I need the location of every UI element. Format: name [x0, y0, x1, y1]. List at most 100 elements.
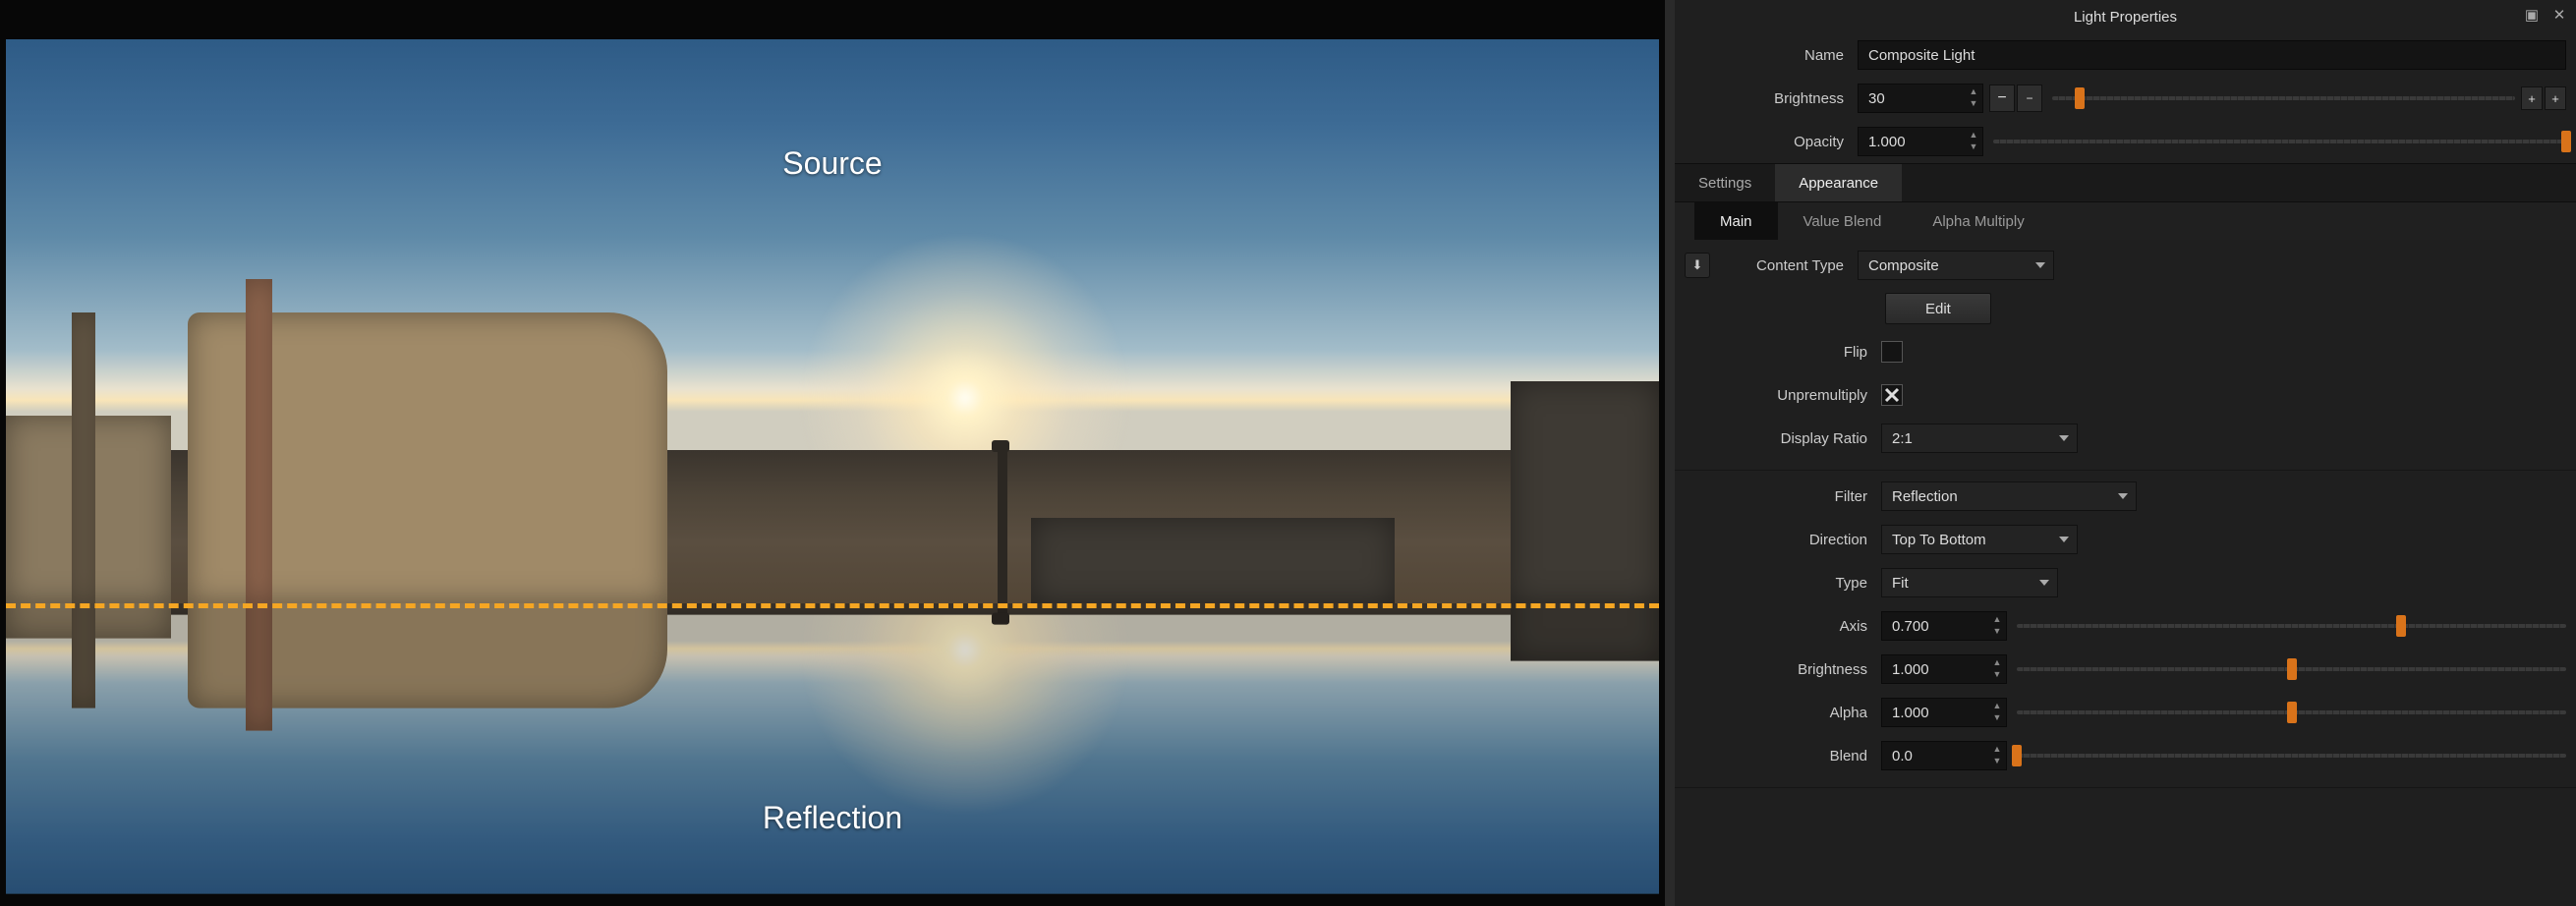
download-icon[interactable]: ⬇ — [1685, 253, 1710, 278]
row-direction: Direction Top To Bottom — [1675, 518, 2576, 561]
spin-down-icon[interactable]: ▼ — [1991, 669, 2003, 681]
spin-up-icon[interactable]: ▲ — [1991, 614, 2003, 626]
blend-label: Blend — [1685, 748, 1881, 764]
brightness-slider[interactable] — [2052, 85, 2515, 112]
spin-up-icon[interactable]: ▲ — [1968, 130, 1979, 142]
filter-value: Reflection — [1892, 488, 1958, 505]
pane-splitter[interactable] — [1665, 0, 1675, 906]
spin-down-icon[interactable]: ▼ — [1991, 626, 2003, 638]
brightness-input[interactable] — [1858, 84, 1983, 113]
name-label: Name — [1685, 47, 1858, 64]
direction-value: Top To Bottom — [1892, 532, 1986, 548]
subtab-value-blend[interactable]: Value Blend — [1778, 202, 1908, 240]
close-icon[interactable]: ✕ — [2550, 6, 2568, 24]
row-blend: Blend ▲▼ — [1675, 734, 2576, 777]
group-content: ⬇ Content Type Composite Edit Flip Unpre… — [1675, 240, 2576, 471]
subtab-main[interactable]: Main — [1694, 202, 1778, 240]
edit-button[interactable]: Edit — [1885, 293, 1991, 324]
spin-down-icon[interactable]: ▼ — [1968, 142, 1979, 153]
type-select[interactable]: Fit — [1881, 568, 2058, 597]
content-type-label: Content Type — [1720, 257, 1858, 274]
row-display-ratio: Display Ratio 2:1 — [1675, 417, 2576, 460]
name-input[interactable] — [1858, 40, 2566, 70]
content-type-select[interactable]: Composite — [1858, 251, 2054, 280]
unpremultiply-checkbox[interactable] — [1881, 384, 1903, 406]
blend-input[interactable] — [1881, 741, 2007, 770]
spin-down-icon[interactable]: ▼ — [1968, 98, 1979, 110]
chevron-down-icon — [2059, 435, 2069, 441]
spin-up-icon[interactable]: ▲ — [1968, 86, 1979, 98]
direction-label: Direction — [1685, 532, 1881, 548]
undock-icon[interactable]: ▣ — [2523, 6, 2541, 24]
panel-header: Light Properties ▣ ✕ — [1675, 0, 2576, 33]
spin-up-icon[interactable]: ▲ — [1991, 701, 2003, 712]
row-brightness: Brightness ▲▼ − − + + — [1675, 77, 2576, 120]
tab-appearance[interactable]: Appearance — [1775, 164, 1902, 201]
opacity-input[interactable] — [1858, 127, 1983, 156]
flip-checkbox[interactable] — [1881, 341, 1903, 363]
brightness-minus-fine[interactable]: − — [2017, 85, 2042, 112]
brightness-plus-fine[interactable]: + — [2521, 86, 2543, 110]
axis-divider[interactable] — [6, 603, 1659, 608]
building-right — [1511, 381, 1659, 603]
spin-up-icon[interactable]: ▲ — [1991, 657, 2003, 669]
display-ratio-label: Display Ratio — [1685, 430, 1881, 447]
brightness2-slider[interactable] — [2017, 655, 2566, 683]
spin-down-icon[interactable]: ▼ — [1991, 712, 2003, 724]
reflection-label: Reflection — [763, 800, 902, 836]
spin-up-icon[interactable]: ▲ — [1991, 744, 2003, 756]
axis-label: Axis — [1685, 618, 1881, 635]
chevron-down-icon — [2059, 537, 2069, 542]
chevron-down-icon — [2035, 262, 2045, 268]
brightness-minus-coarse[interactable]: − — [1989, 85, 2015, 112]
row-unpremultiply: Unpremultiply — [1675, 373, 2576, 417]
row-brightness2: Brightness ▲▼ — [1675, 648, 2576, 691]
source-label: Source — [782, 145, 882, 182]
tab-settings[interactable]: Settings — [1675, 164, 1775, 201]
panel-title: Light Properties — [2074, 9, 2177, 26]
properties-panel: Light Properties ▣ ✕ Name Brightness ▲▼ … — [1675, 0, 2576, 906]
type-value: Fit — [1892, 575, 1909, 592]
row-flip: Flip — [1675, 330, 2576, 373]
content-type-value: Composite — [1868, 257, 1939, 274]
row-name: Name — [1675, 33, 2576, 77]
building-far — [1031, 518, 1395, 603]
column-1 — [72, 312, 95, 603]
axis-slider[interactable] — [2017, 612, 2566, 640]
row-content-type: ⬇ Content Type Composite — [1675, 244, 2576, 287]
chevron-down-icon — [2039, 580, 2049, 586]
subtab-alpha-multiply[interactable]: Alpha Multiply — [1907, 202, 2049, 240]
axis-input[interactable] — [1881, 611, 2007, 641]
type-label: Type — [1685, 575, 1881, 592]
column-2 — [246, 279, 272, 604]
brightness2-label: Brightness — [1685, 661, 1881, 678]
brightness-plus-coarse[interactable]: + — [2545, 86, 2566, 110]
alpha-slider[interactable] — [2017, 699, 2566, 726]
preview-canvas[interactable]: Source Reflection — [6, 39, 1659, 894]
row-edit: Edit — [1675, 287, 2576, 330]
blend-slider[interactable] — [2017, 742, 2566, 769]
brightness-label: Brightness — [1685, 90, 1858, 107]
flip-label: Flip — [1685, 344, 1881, 361]
row-type: Type Fit — [1675, 561, 2576, 604]
top-tabs: Settings Appearance — [1675, 163, 2576, 202]
filter-select[interactable]: Reflection — [1881, 481, 2137, 511]
row-filter: Filter Reflection — [1675, 475, 2576, 518]
spin-down-icon[interactable]: ▼ — [1991, 756, 2003, 767]
brightness2-input[interactable] — [1881, 654, 2007, 684]
display-ratio-select[interactable]: 2:1 — [1881, 424, 2078, 453]
group-filter: Filter Reflection Direction Top To Botto… — [1675, 471, 2576, 788]
lamp-post — [998, 450, 1007, 604]
alpha-label: Alpha — [1685, 705, 1881, 721]
chevron-down-icon — [2118, 493, 2128, 499]
reflection-region — [6, 603, 1659, 894]
row-opacity: Opacity ▲▼ — [1675, 120, 2576, 163]
filter-label: Filter — [1685, 488, 1881, 505]
direction-select[interactable]: Top To Bottom — [1881, 525, 2078, 554]
alpha-input[interactable] — [1881, 698, 2007, 727]
opacity-slider[interactable] — [1993, 128, 2566, 155]
sub-tabs: Main Value Blend Alpha Multiply — [1675, 202, 2576, 240]
unpremultiply-label: Unpremultiply — [1685, 387, 1881, 404]
display-ratio-value: 2:1 — [1892, 430, 1913, 447]
opacity-label: Opacity — [1685, 134, 1858, 150]
